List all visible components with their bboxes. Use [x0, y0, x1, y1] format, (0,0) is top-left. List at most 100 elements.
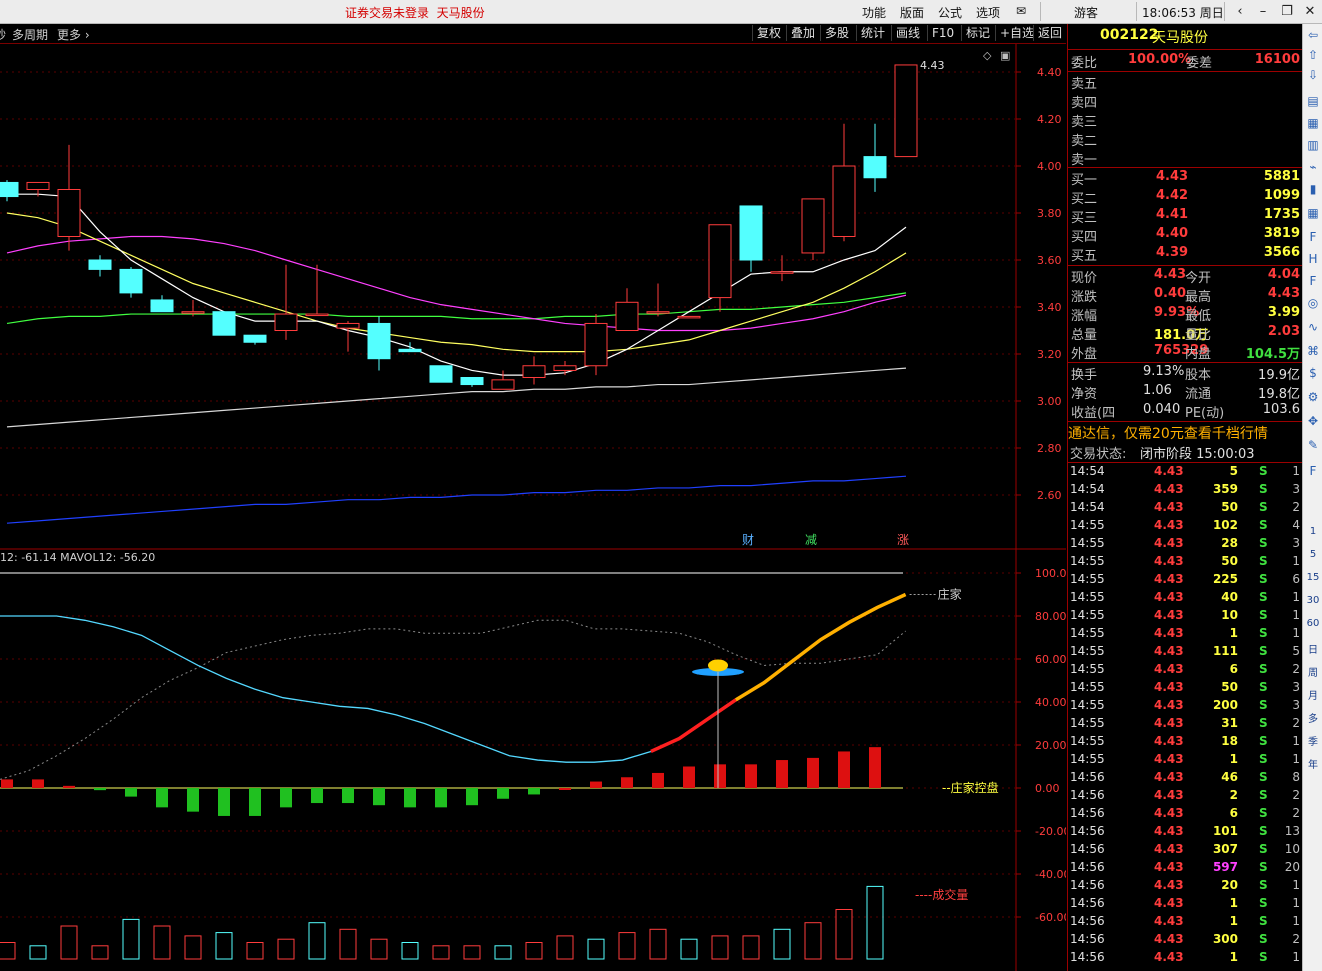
candle[interactable]	[770, 271, 794, 274]
button-f10[interactable]: F10	[927, 25, 958, 41]
candle[interactable]	[57, 189, 81, 237]
event-marker[interactable]: 涨	[897, 532, 909, 547]
period-button[interactable]: 5	[1303, 549, 1322, 560]
kline-chart[interactable]: 4.43 财 减 涨 ◇ ▣ 12: -61.14 MAVOL12: -56.20 庄家 --…	[0, 44, 1066, 971]
move-icon[interactable]: ✥	[1306, 414, 1320, 428]
bid-row[interactable]: 买二 4.42 1099	[1068, 188, 1302, 207]
arrow-down-icon[interactable]: ⇩	[1306, 68, 1320, 82]
candle[interactable]	[398, 348, 422, 353]
candle[interactable]	[429, 365, 453, 383]
period-button[interactable]: 15	[1303, 572, 1322, 583]
back-icon[interactable]: ‹	[1229, 2, 1251, 21]
promo-banner[interactable]: 通达信，仅需20元查看千档行情	[1068, 423, 1302, 442]
candle[interactable]	[0, 181, 19, 198]
candle[interactable]	[274, 313, 298, 331]
candle[interactable]	[801, 198, 825, 254]
period-button[interactable]: 30	[1303, 595, 1322, 606]
candle[interactable]	[119, 268, 143, 294]
user-label[interactable]: 游客	[1074, 4, 1098, 21]
candle[interactable]	[708, 224, 732, 299]
button-return[interactable]: 返回	[1033, 25, 1066, 41]
candle[interactable]	[336, 322, 360, 329]
button-add-favorite[interactable]: +自选	[995, 25, 1038, 41]
report-icon[interactable]: ▤	[1306, 94, 1320, 108]
close-icon[interactable]: ✕	[1299, 2, 1321, 21]
ask-row[interactable]: 卖一	[1068, 149, 1302, 168]
menu-formula[interactable]: 公式	[938, 4, 962, 21]
table-icon[interactable]: ▦	[1306, 116, 1320, 130]
button-overlay[interactable]: 叠加	[786, 25, 819, 41]
period-button[interactable]: 60	[1303, 618, 1322, 629]
fz-icon[interactable]: F	[1306, 274, 1320, 288]
button-fuquan[interactable]: 复权	[752, 25, 785, 41]
bid-row[interactable]: 买三 4.41 1735	[1068, 207, 1302, 226]
button-statistics[interactable]: 统计	[856, 25, 889, 41]
event-marker[interactable]: 减	[805, 533, 817, 547]
period-button[interactable]: 季	[1303, 733, 1322, 748]
period-button[interactable]: 月	[1303, 687, 1322, 702]
arrow-up-icon[interactable]: ⇧	[1306, 48, 1320, 62]
button-multi-stock[interactable]: 多股	[820, 25, 853, 41]
candle[interactable]	[212, 311, 236, 336]
menu-function[interactable]: 功能	[862, 4, 886, 21]
circle-icon[interactable]: ◎	[1306, 296, 1320, 310]
grid-icon[interactable]: ▦	[1306, 206, 1320, 220]
candle[interactable]	[739, 205, 763, 261]
button-mark[interactable]: 标记	[961, 25, 994, 41]
f10-icon[interactable]: F	[1306, 230, 1320, 244]
candle[interactable]	[243, 334, 267, 343]
candle[interactable]	[863, 156, 887, 179]
candle[interactable]	[460, 377, 484, 386]
arrow-left-icon[interactable]: ⇦	[1306, 28, 1320, 42]
period-button[interactable]: 周	[1303, 664, 1322, 679]
gear-icon[interactable]: ⚙	[1306, 390, 1320, 404]
toolbar-more[interactable]: 更多 ›	[57, 26, 90, 43]
money-icon[interactable]: $	[1306, 366, 1320, 380]
period-button[interactable]: 日	[1303, 641, 1322, 656]
button-draw[interactable]: 画线	[891, 25, 924, 41]
ask-row[interactable]: 卖五	[1068, 73, 1302, 92]
candle[interactable]	[522, 365, 546, 378]
candle-icon[interactable]: ▮	[1306, 182, 1320, 196]
candle[interactable]	[491, 379, 515, 390]
ask-row[interactable]: 卖四	[1068, 92, 1302, 111]
wave-icon[interactable]: ∿	[1306, 320, 1320, 334]
bid-row[interactable]: 买四 4.40 3819	[1068, 226, 1302, 245]
candle[interactable]	[150, 299, 174, 313]
period-button[interactable]: 多	[1303, 710, 1322, 725]
candle[interactable]	[553, 365, 577, 371]
diamond-icon[interactable]: ◇	[983, 49, 992, 62]
mail-icon[interactable]: ✉	[1016, 4, 1026, 18]
menu-layout[interactable]: 版面	[900, 4, 924, 21]
candle[interactable]	[367, 322, 391, 360]
candle[interactable]	[305, 313, 329, 317]
period-button[interactable]: 1	[1303, 526, 1322, 537]
period-button[interactable]: 年	[1303, 756, 1322, 771]
ask-row[interactable]: 卖三	[1068, 111, 1302, 130]
rss-icon[interactable]: ⌘	[1306, 344, 1320, 358]
candle[interactable]	[894, 64, 918, 158]
candle[interactable]	[646, 311, 670, 314]
bid-row[interactable]: 买五 4.39 3566	[1068, 245, 1302, 264]
bid-row[interactable]: 买一 4.43 5881	[1068, 169, 1302, 188]
candle[interactable]	[584, 322, 608, 367]
toolbar-seconds[interactable]: 秒	[0, 26, 6, 43]
candle[interactable]	[88, 259, 112, 270]
fh-icon[interactable]: H	[1306, 252, 1320, 266]
f5-icon[interactable]: F	[1306, 464, 1320, 478]
candle[interactable]	[832, 165, 856, 237]
candle[interactable]	[615, 301, 639, 331]
ask-row[interactable]: 卖二	[1068, 130, 1302, 149]
line-chart-icon[interactable]: ⌁	[1306, 160, 1320, 174]
pen-icon[interactable]: ✎	[1306, 438, 1320, 452]
toolbar-multi-period[interactable]: 多周期	[12, 26, 48, 43]
restore-icon[interactable]: ❐	[1276, 2, 1298, 21]
minimize-icon[interactable]: –	[1252, 2, 1274, 21]
window-icon[interactable]: ▣	[1000, 49, 1010, 62]
list-icon[interactable]: ▥	[1306, 138, 1320, 152]
candle[interactable]	[26, 181, 50, 190]
candle[interactable]	[677, 315, 701, 319]
menu-options[interactable]: 选项	[976, 4, 1000, 21]
candle[interactable]	[181, 311, 205, 314]
event-marker[interactable]: 财	[742, 533, 754, 547]
